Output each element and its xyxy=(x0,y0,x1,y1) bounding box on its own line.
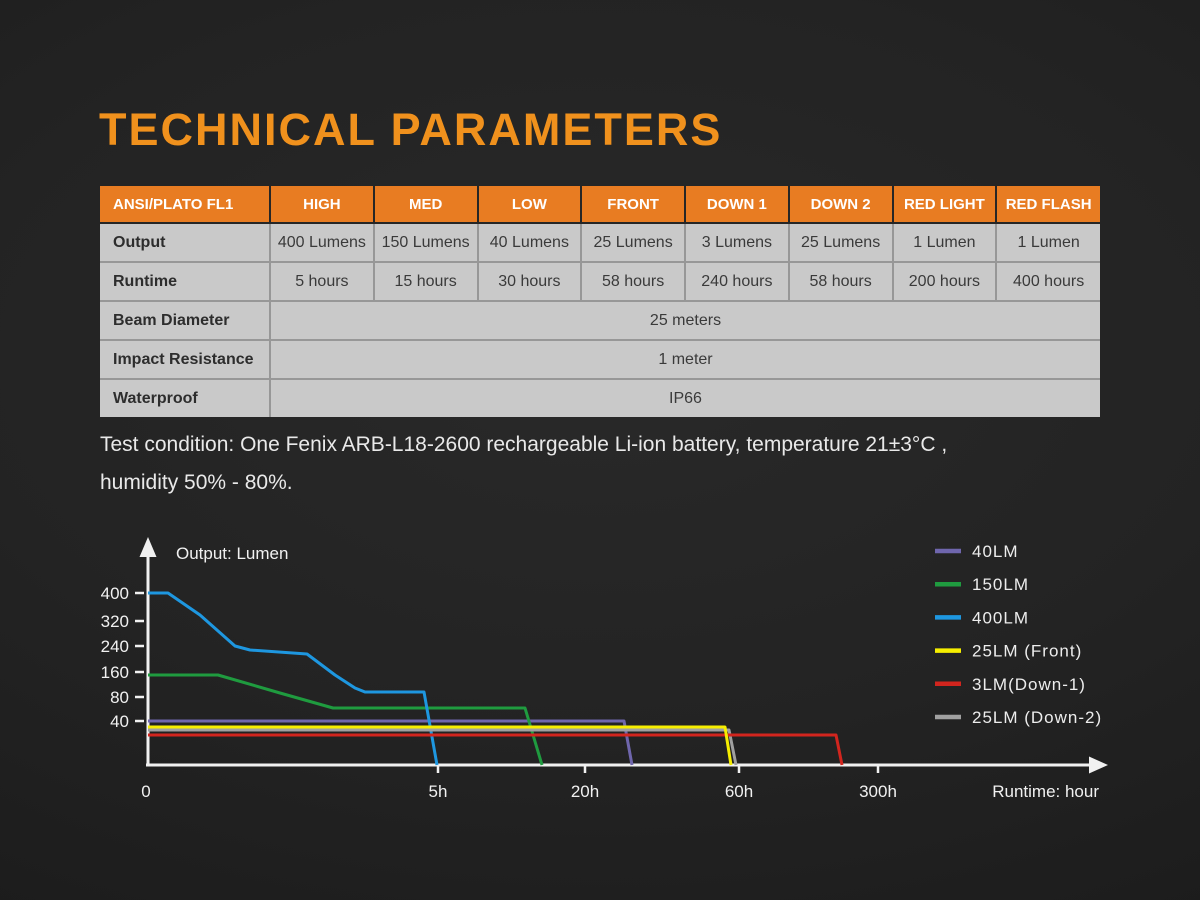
legend-label: 400LM xyxy=(972,608,1029,627)
series-line-25lm-front xyxy=(148,727,731,765)
series-line-400lm xyxy=(148,593,437,765)
series-line-3lm-down-1 xyxy=(148,735,842,765)
x-axis-title: Runtime: hour xyxy=(992,782,1099,801)
legend-label: 25LM (Front) xyxy=(972,642,1082,661)
y-tick-label: 40 xyxy=(110,712,129,731)
y-tick-label: 240 xyxy=(101,637,129,656)
y-axis-title: Output: Lumen xyxy=(176,544,288,563)
x-axis-arrow-icon xyxy=(1089,757,1108,774)
x-tick-label: 60h xyxy=(725,782,753,801)
runtime-chart: 400320240160804005h20h60h300hOutput: Lum… xyxy=(0,0,1200,900)
legend-label: 25LM (Down-2) xyxy=(972,708,1102,727)
x-tick-label: 20h xyxy=(571,782,599,801)
y-tick-label: 80 xyxy=(110,688,129,707)
y-tick-label: 400 xyxy=(101,584,129,603)
x-tick-label: 0 xyxy=(141,782,150,801)
y-axis-arrow-icon xyxy=(140,537,157,557)
x-tick-label: 5h xyxy=(429,782,448,801)
legend-label: 150LM xyxy=(972,575,1029,594)
y-tick-label: 160 xyxy=(101,663,129,682)
page: TECHNICAL PARAMETERS ANSI/PLATO FL1 HIGH… xyxy=(0,0,1200,900)
legend-label: 3LM(Down-1) xyxy=(972,675,1086,694)
y-tick-label: 320 xyxy=(101,612,129,631)
legend-label: 40LM xyxy=(972,542,1019,561)
x-tick-label: 300h xyxy=(859,782,897,801)
